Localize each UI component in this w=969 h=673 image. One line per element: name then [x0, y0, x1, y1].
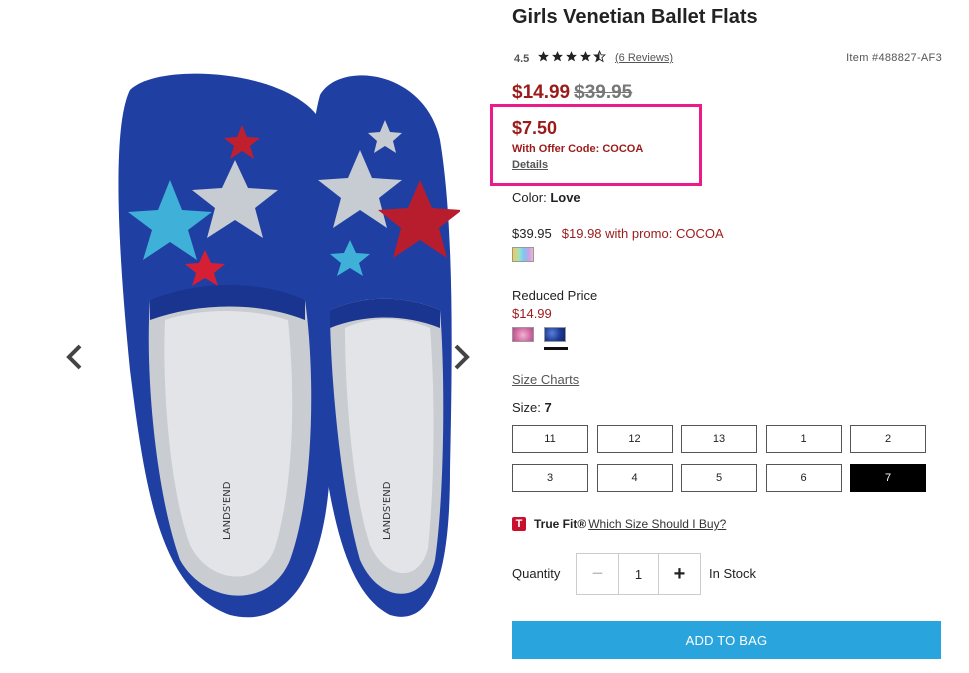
- size-option[interactable]: 1: [765, 425, 842, 453]
- color-value: Love: [550, 190, 581, 205]
- size-charts-link[interactable]: Size Charts: [512, 372, 579, 387]
- truefit-brand: True Fit®: [534, 517, 587, 531]
- svg-text:LANDS'END: LANDS'END: [222, 481, 233, 540]
- add-to-bag-button[interactable]: ADD TO BAG: [512, 621, 941, 659]
- star-icon: [580, 51, 591, 62]
- size-option[interactable]: 12: [596, 425, 673, 453]
- truefit-link[interactable]: Which Size Should I Buy?: [588, 517, 726, 531]
- star-half-icon: [593, 50, 606, 63]
- regular-price: $39.95: [512, 226, 552, 241]
- quantity-input[interactable]: 1: [618, 554, 659, 594]
- quantity-stepper: − 1 +: [576, 553, 701, 595]
- color-swatch-rainbow[interactable]: [512, 247, 534, 262]
- size-grid: 11 12 13 1 2 3 4 5 6 7: [512, 425, 926, 492]
- size-option[interactable]: 6: [765, 464, 842, 492]
- left-shoe: LANDS'END: [118, 73, 335, 618]
- size-option[interactable]: 13: [681, 425, 757, 453]
- reduced-price-value: $14.99: [512, 306, 552, 321]
- color-selection: Color: Love: [512, 190, 581, 205]
- size-option-selected[interactable]: 7: [850, 464, 926, 492]
- quantity-label: Quantity: [512, 566, 561, 581]
- star-icon: [538, 51, 549, 62]
- size-label: Size: 7: [512, 400, 552, 415]
- promo-price: $19.98 with promo: COCOA: [561, 226, 724, 241]
- price-row: $14.99 $39.95: [512, 82, 632, 104]
- rating-row: 4.5 (6 Reviews) Item #488827-AF3: [514, 50, 942, 68]
- color-label: Color:: [512, 190, 547, 205]
- product-gallery: LANDS'END LANDS'END: [60, 0, 490, 673]
- stock-status: In Stock: [709, 566, 756, 581]
- product-title: Girls Venetian Ballet Flats: [512, 6, 758, 28]
- size-option[interactable]: 5: [681, 464, 757, 492]
- star-icon: [566, 51, 577, 62]
- offer-price: $7.50: [512, 118, 558, 138]
- rating-value: 4.5: [514, 53, 530, 65]
- offer-details-link[interactable]: Details: [512, 159, 548, 171]
- chevron-right-icon[interactable]: [446, 340, 476, 374]
- item-number: Item #488827-AF3: [846, 52, 942, 64]
- quantity-decrease-button[interactable]: −: [577, 554, 618, 594]
- selected-swatch-indicator: [544, 347, 568, 350]
- size-option[interactable]: 2: [850, 425, 926, 453]
- product-image: LANDS'END LANDS'END: [118, 73, 460, 618]
- chevron-left-icon[interactable]: [60, 340, 90, 374]
- color-swatch-pink[interactable]: [512, 327, 534, 342]
- star-icon: [552, 51, 563, 62]
- star-rating: [537, 50, 606, 63]
- selected-size: 7: [544, 400, 552, 415]
- reviews-link[interactable]: (6 Reviews): [615, 52, 673, 64]
- original-price: $39.95: [574, 82, 633, 103]
- size-option[interactable]: 4: [596, 464, 673, 492]
- color-swatch-love[interactable]: [544, 327, 566, 342]
- offer-code-text: With Offer Code: COCOA: [512, 143, 644, 155]
- quantity-increase-button[interactable]: +: [659, 554, 700, 594]
- sale-price: $14.99: [512, 82, 571, 103]
- truefit-logo-icon: T: [512, 517, 526, 531]
- reduced-price-label: Reduced Price: [512, 288, 598, 303]
- truefit-row: T True Fit® Which Size Should I Buy?: [512, 515, 726, 533]
- svg-text:LANDS'END: LANDS'END: [382, 481, 393, 540]
- size-option[interactable]: 11: [512, 425, 588, 453]
- promo-price-row: $39.95 $19.98 with promo: COCOA: [512, 226, 724, 241]
- size-label-text: Size:: [512, 400, 541, 415]
- right-shoe: LANDS'END: [308, 75, 460, 617]
- size-option[interactable]: 3: [512, 464, 588, 492]
